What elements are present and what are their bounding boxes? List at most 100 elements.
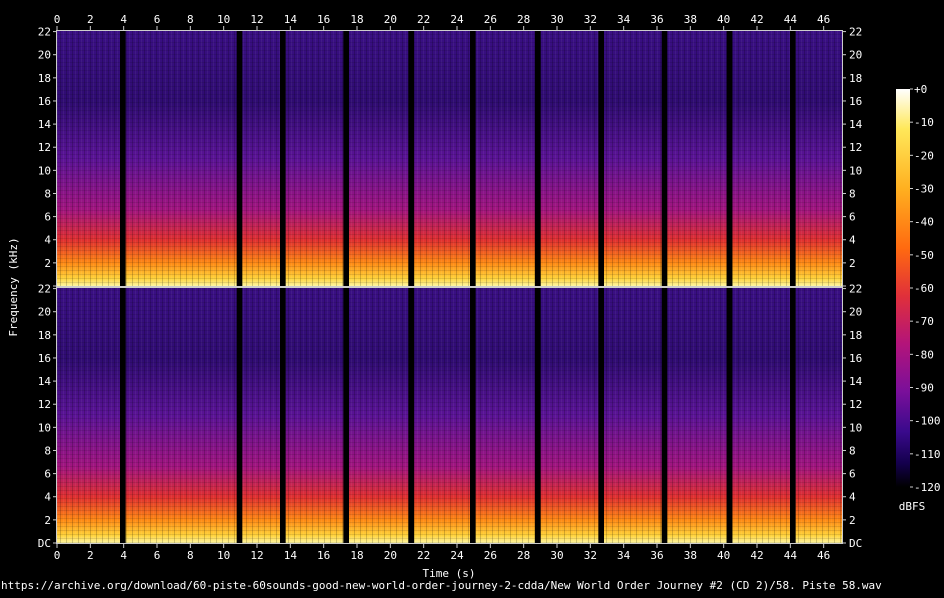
silence-gap-right-3	[280, 288, 286, 543]
silence-gap-left-11	[790, 31, 796, 286]
y-tick-label-right-right-14: 14	[849, 375, 863, 388]
silence-gap-right-5	[408, 288, 414, 543]
x-tick-label-bottom-18: 18	[350, 549, 363, 562]
x-tick-label-bottom-40: 40	[717, 549, 730, 562]
x-tick-label-top-16: 16	[317, 13, 330, 26]
y-tick-label-left-left-20: 20	[38, 49, 51, 62]
spectrogram-svg: 2 24 46 68 810 1012 1214 1416 1618 1820 2022 22DC DC…	[1, 13, 941, 592]
colorbar-tick-label--70: -70	[914, 315, 934, 328]
y-tick-label-right-left-2: 2	[849, 257, 856, 270]
silence-gap-left-4	[343, 31, 349, 286]
x-tick-label-bottom-30: 30	[550, 549, 563, 562]
y-tick-label-left-right-8: 8	[44, 444, 51, 457]
y-tick-label-left-right-DC: DC	[38, 537, 51, 550]
y-tick-label-left-right-10: 10	[38, 421, 51, 434]
y-tick-label-left-right-2: 2	[44, 514, 51, 527]
silence-gap-left-6	[470, 31, 476, 286]
y-tick-label-left-right-14: 14	[38, 375, 52, 388]
x-tick-label-bottom-28: 28	[517, 549, 530, 562]
x-tick-label-top-46: 46	[817, 13, 830, 26]
colorbar-tick-label--100: -100	[914, 415, 941, 428]
spectrogram-figure: 2 2 4 4 6 6 8 8 10 10 12 12 14 14 16 16 18 18 20 20 22 22 DC DC…	[0, 0, 944, 593]
colorbar-tick-label--120: -120	[914, 481, 941, 494]
silence-gap-right-10	[726, 288, 733, 543]
x-tick-label-top-2: 2	[87, 13, 94, 26]
x-tick-label-top-12: 12	[250, 13, 263, 26]
y-tick-label-left-right-16: 16	[38, 352, 51, 365]
y-tick-label-left-right-12: 12	[38, 398, 51, 411]
source-caption: https://archive.org/download/60-piste-60…	[1, 579, 882, 592]
y-tick-label-left-left-10: 10	[38, 164, 51, 177]
x-tick-label-top-42: 42	[750, 13, 763, 26]
x-tick-label-top-8: 8	[187, 13, 194, 26]
silence-gap-right-9	[661, 288, 668, 543]
y-tick-label-right-right-20: 20	[849, 306, 862, 319]
x-tick-label-bottom-44: 44	[784, 549, 798, 562]
silence-gap-left-2	[236, 31, 243, 286]
colorbar-tick-label--20: -20	[914, 149, 934, 162]
x-tick-label-top-36: 36	[650, 13, 663, 26]
x-tick-label-bottom-42: 42	[750, 549, 763, 562]
y-tick-label-right-left-4: 4	[849, 234, 856, 247]
x-tick-label-bottom-10: 10	[217, 549, 230, 562]
x-tick-label-top-10: 10	[217, 13, 230, 26]
y-tick-label-right-left-20: 20	[849, 49, 862, 62]
colorbar-label: dBFS	[899, 500, 926, 513]
silence-gap-right-2	[236, 288, 243, 543]
colorbar-tick-label--30: -30	[914, 183, 934, 196]
y-tick-label-left-left-14: 14	[38, 118, 52, 131]
channel-panel-left	[56, 30, 843, 287]
y-tick-label-right-right-4: 4	[849, 491, 856, 504]
y-tick-label-right-right-18: 18	[849, 329, 862, 342]
x-tick-label-top-4: 4	[120, 13, 127, 26]
colorbar: +0 -10 -20 -30 -40 -50 -60 -70 -80 -90 -100 -110 -12…	[896, 83, 941, 494]
x-tick-label-bottom-16: 16	[317, 549, 330, 562]
y-tick-label-right-left-8: 8	[849, 187, 856, 200]
y-tick-label-right-right-12: 12	[849, 398, 862, 411]
x-tick-label-top-0: 0	[54, 13, 61, 26]
x-tick-label-bottom-4: 4	[120, 549, 127, 562]
x-tick-label-bottom-38: 38	[684, 549, 697, 562]
silence-gap-right-4	[343, 288, 349, 543]
y-tick-label-right-right-2: 2	[849, 514, 856, 527]
y-tick-label-left-right-6: 6	[44, 468, 51, 481]
y-tick-label-left-right-4: 4	[44, 491, 51, 504]
x-tick-label-bottom-2: 2	[87, 549, 94, 562]
y-tick-label-right-right-6: 6	[849, 468, 856, 481]
x-tick-label-top-14: 14	[284, 13, 298, 26]
silence-gap-right-1	[120, 288, 126, 543]
y-tick-label-left-left-6: 6	[44, 211, 51, 224]
x-tick-label-bottom-22: 22	[417, 549, 430, 562]
x-tick-label-top-32: 32	[584, 13, 597, 26]
colorbar-tick-label--10: -10	[914, 116, 934, 129]
silence-gap-left-7	[535, 31, 541, 286]
colorbar-tick-label--60: -60	[914, 282, 934, 295]
x-tick-label-top-28: 28	[517, 13, 530, 26]
x-tick-label-bottom-32: 32	[584, 549, 597, 562]
x-tick-label-top-20: 20	[384, 13, 397, 26]
colorbar-tick-label-+0: +0	[914, 83, 927, 96]
x-tick-label-top-38: 38	[684, 13, 697, 26]
silence-gap-left-9	[661, 31, 668, 286]
channel-panel-right	[56, 287, 843, 544]
y-tick-label-left-left-4: 4	[44, 234, 51, 247]
silence-gap-left-5	[408, 31, 414, 286]
x-tick-label-bottom-14: 14	[284, 549, 298, 562]
silence-gap-left-10	[726, 31, 733, 286]
silence-gap-left-1	[120, 31, 126, 286]
spectrogram-texture-right	[57, 288, 842, 543]
y-tick-label-left-left-16: 16	[38, 95, 51, 108]
y-tick-label-right-left-6: 6	[849, 211, 856, 224]
y-tick-label-left-right-20: 20	[38, 306, 51, 319]
x-tick-label-top-26: 26	[484, 13, 497, 26]
x-tick-label-bottom-6: 6	[154, 549, 161, 562]
y-tick-label-left-left-2: 2	[44, 257, 51, 270]
y-tick-label-left-left-18: 18	[38, 72, 51, 85]
x-tick-label-bottom-8: 8	[187, 549, 194, 562]
y-tick-label-left-right-18: 18	[38, 329, 51, 342]
spectrogram-panels	[56, 30, 843, 544]
y-tick-label-right-left-10: 10	[849, 164, 862, 177]
x-tick-label-bottom-12: 12	[250, 549, 263, 562]
y-tick-label-right-right-DC: DC	[849, 537, 862, 550]
colorbar-tick-label--110: -110	[914, 448, 941, 461]
